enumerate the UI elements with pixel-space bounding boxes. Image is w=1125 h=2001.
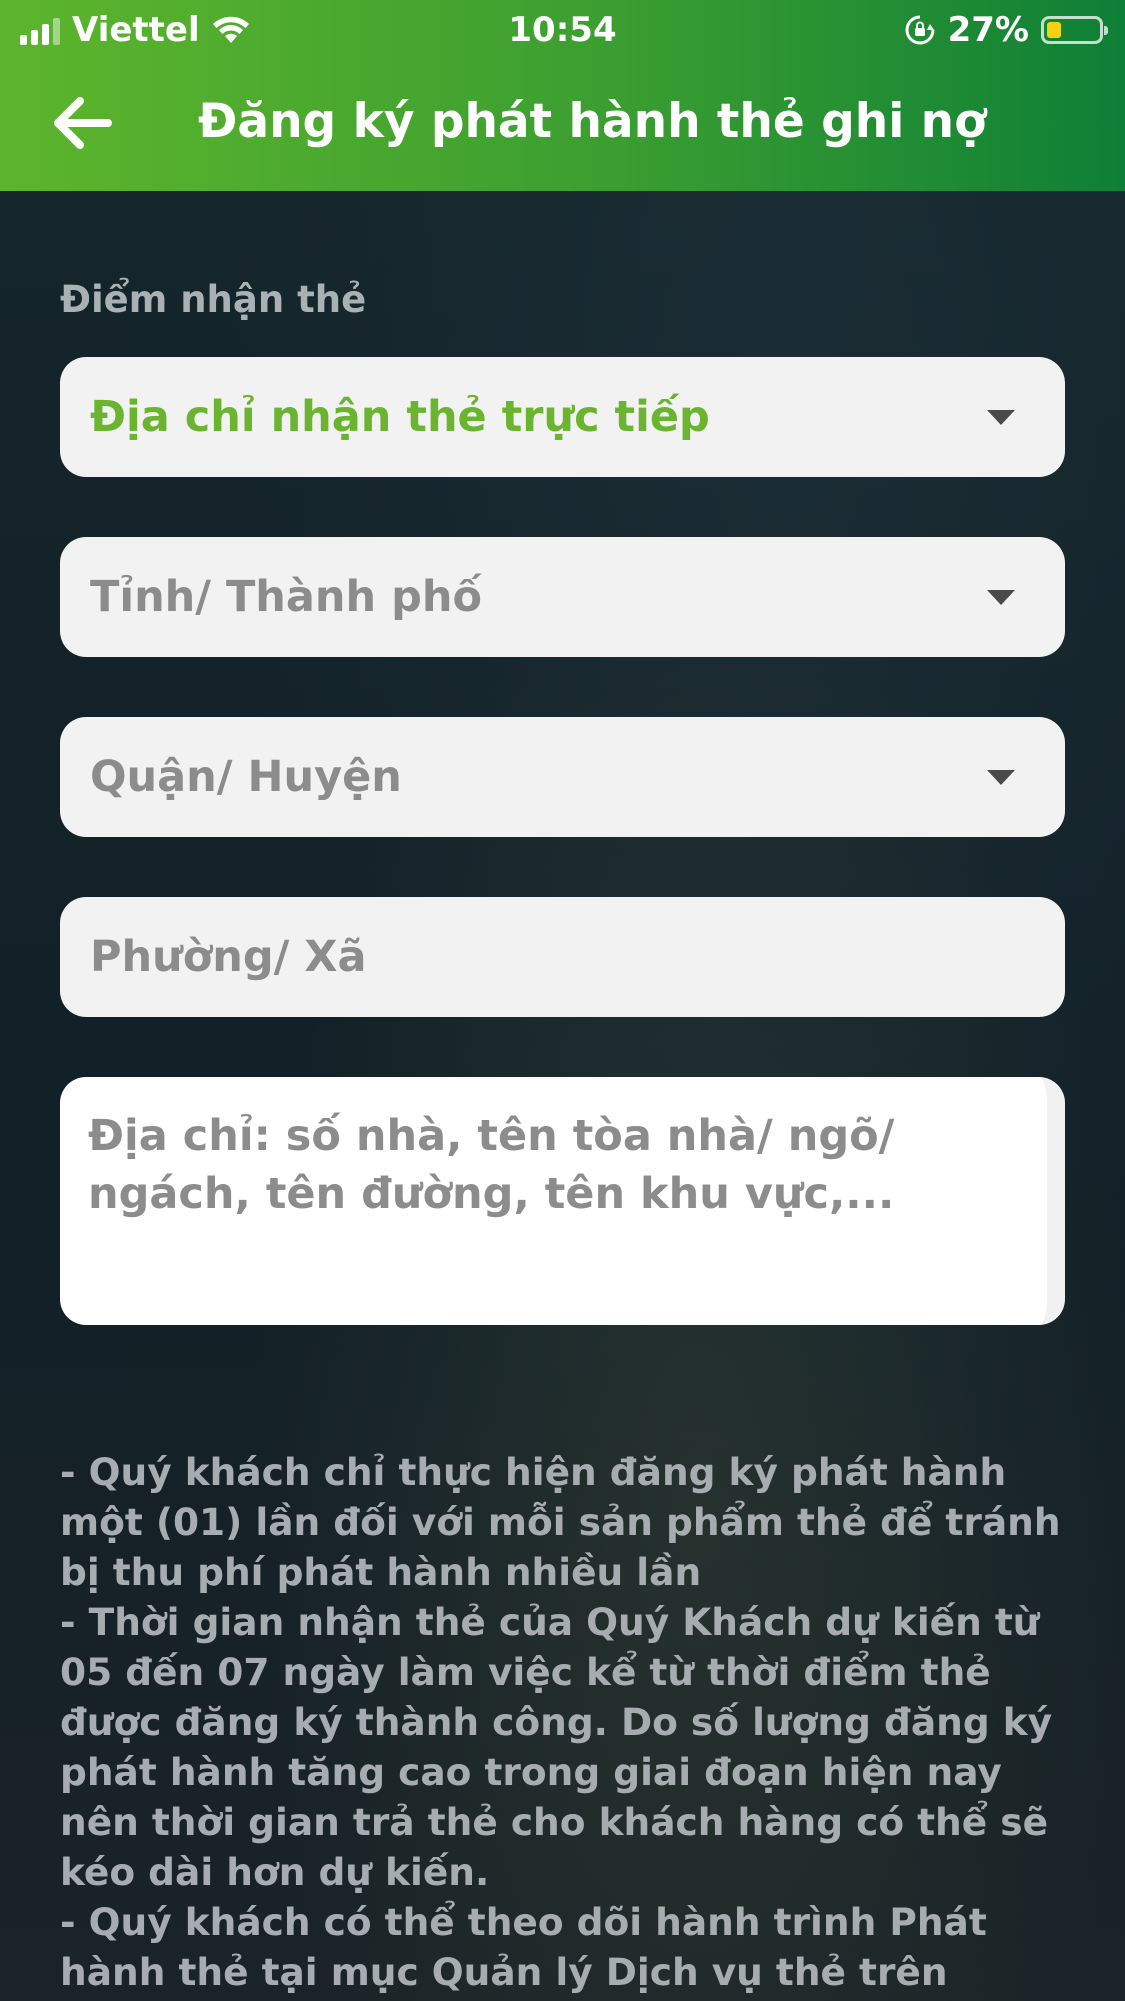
battery-percent: 27% [947, 10, 1029, 50]
title-bar: Đăng ký phát hành thẻ ghi nợ [0, 80, 1125, 170]
page-title: Đăng ký phát hành thẻ ghi nợ [198, 94, 987, 149]
note-item: - Thời gian nhận thẻ của Quý Khách dự ki… [60, 1600, 1053, 1894]
caret-down-icon [987, 589, 1015, 605]
province-select[interactable]: Tỉnh/ Thành phố [60, 537, 1065, 657]
district-placeholder: Quận/ Huyện [90, 752, 402, 802]
province-placeholder: Tỉnh/ Thành phố [90, 572, 483, 622]
caret-down-icon [987, 409, 1015, 425]
caret-down-icon [987, 769, 1015, 785]
app-header: Viettel 10:54 27% Đăng ký phát hành thẻ … [0, 0, 1125, 191]
status-right: 27% [904, 10, 1108, 50]
district-select[interactable]: Quận/ Huyện [60, 717, 1065, 837]
orientation-lock-icon [905, 15, 935, 45]
ward-placeholder: Phường/ Xã [90, 932, 367, 982]
back-button[interactable] [50, 95, 120, 155]
receive-point-value: Địa chỉ nhận thẻ trực tiếp [90, 392, 710, 442]
battery-icon [1041, 16, 1108, 44]
note-item: - Quý khách chỉ thực hiện đăng ký phát h… [60, 1450, 1061, 1594]
notes-section: - Quý khách chỉ thực hiện đăng ký phát h… [60, 1447, 1070, 1997]
battery-fill [1047, 22, 1061, 38]
address-textarea[interactable]: Địa chỉ: số nhà, tên tòa nhà/ ngõ/ ngách… [60, 1077, 1065, 1325]
arrow-left-icon [54, 97, 112, 149]
status-bar: Viettel 10:54 27% [0, 0, 1125, 60]
receive-point-label: Điểm nhận thẻ [60, 278, 367, 321]
ward-field[interactable]: Phường/ Xã [60, 897, 1065, 1017]
address-placeholder: Địa chỉ: số nhà, tên tòa nhà/ ngõ/ ngách… [88, 1111, 895, 1219]
note-item: - Quý khách có thể theo dõi hành trình P… [60, 1900, 987, 1994]
receive-point-select[interactable]: Địa chỉ nhận thẻ trực tiếp [60, 357, 1065, 477]
